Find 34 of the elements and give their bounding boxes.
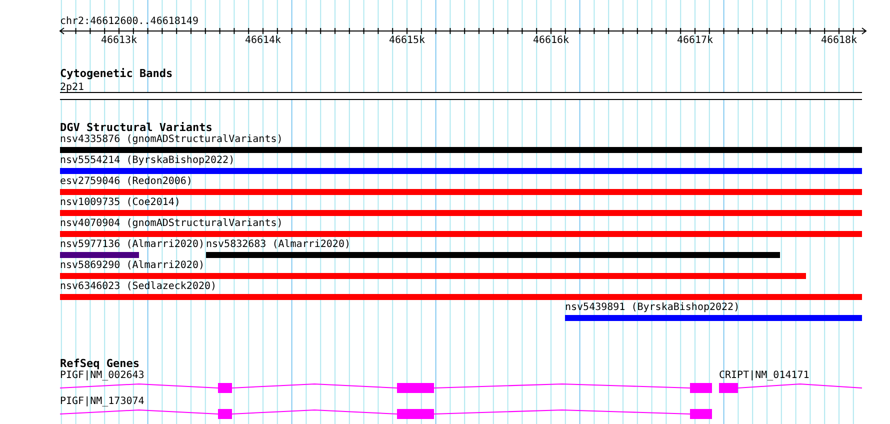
variant-bar[interactable] [60,252,139,258]
ruler-label: 46614k [244,35,282,47]
variant-label: nsv6346023 (Sedlazeck2020) [60,281,217,293]
variant-label: nsv5832683 (Almarri2020) [206,239,350,251]
variant-bar[interactable] [60,168,862,174]
ruler-label: 46618k [820,35,858,47]
variant-label: nsv5869290 (Almarri2020) [60,260,204,272]
variant-bar[interactable] [60,273,806,279]
variant-bar[interactable] [206,252,780,258]
ruler-label: 46613k [100,35,138,47]
ruler-label: 46617k [676,35,714,47]
gene-label: PIGF|NM_002643 [60,370,144,382]
variant-label: nsv4070904 (gnomADStructuralVariants) [60,218,283,230]
location-text: chr2:46612600..46618149 [60,16,198,27]
variant-label: nsv5554214 (ByrskaBishop2022) [60,155,235,167]
variant-bar[interactable] [565,315,862,321]
variant-label: esv2759046 (Redon2006) [60,176,192,188]
track-title: DGV Structural Variants [60,121,212,134]
ruler-label: 46615k [388,35,426,47]
variant-bar[interactable] [60,147,862,153]
variant-label: nsv5977136 (Almarri2020) [60,239,204,251]
track-title: RefSeq Genes [60,357,140,370]
variant-label: nsv4335876 (gnomADStructuralVariants) [60,134,283,146]
variant-bar[interactable] [60,294,862,300]
gene-label: PIGF|NM_173074 [60,396,144,408]
variant-bar[interactable] [60,231,862,237]
variant-label: nsv1009735 (Coe2014) [60,197,180,209]
ruler-label: 46616k [532,35,570,47]
variant-label: nsv5439891 (ByrskaBishop2022) [565,302,740,314]
variant-bar[interactable] [60,210,862,216]
band-label: 2p21 [60,82,84,93]
variant-bar[interactable] [60,189,862,195]
gene-label: CRIPT|NM_014171 [719,370,810,382]
track-title: Cytogenetic Bands [60,67,173,80]
